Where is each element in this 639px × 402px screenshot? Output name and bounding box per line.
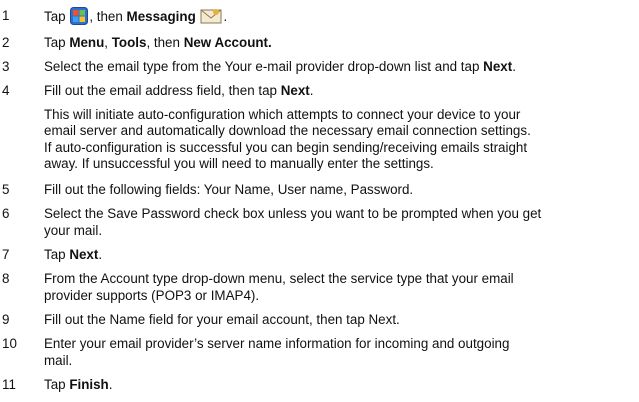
step-text-line: Enter your email provider’s server name … — [44, 336, 510, 351]
step-text-part: . — [512, 59, 516, 74]
step-bold-term: Tools — [111, 35, 147, 50]
step-bold-term: New Account. — [183, 35, 272, 50]
step-text-part: Tap — [44, 9, 70, 24]
step-bold-term: Next — [280, 83, 310, 98]
note-line: email server and automatically download … — [44, 123, 531, 139]
step-number: 3 — [2, 59, 10, 74]
step-text-line: provider supports (POP3 or IMAP4). — [44, 288, 260, 303]
step-text-line: mail. — [44, 353, 73, 368]
step-number: 2 — [2, 35, 10, 50]
step-number: 6 — [2, 206, 10, 221]
step-number: 5 — [2, 182, 10, 197]
step-text: Enter your email provider’s server name … — [44, 335, 636, 369]
step-text: From the Account type drop-down menu, se… — [44, 270, 636, 304]
step-text: Fill out the following fields: Your Name… — [44, 182, 414, 197]
step-text-part: . — [223, 9, 228, 24]
step-text-line: Select the Save Password check box unles… — [44, 206, 542, 221]
step-number: 11 — [2, 377, 16, 392]
step-text: Tap Menu, Tools, then New Account. — [44, 34, 636, 51]
step-bold-term: Menu — [69, 35, 105, 50]
windows-start-icon — [70, 7, 89, 29]
messaging-envelope-icon — [200, 7, 222, 29]
step-text: Tap , then Messaging . — [44, 7, 636, 29]
step-text-line: From the Account type drop-down menu, se… — [44, 271, 514, 286]
step-number: 1 — [2, 8, 10, 23]
note-line: away. If unsuccessful you will need to m… — [44, 156, 434, 172]
step-text-part: Tap — [44, 377, 70, 392]
step-bold-term: Next — [483, 59, 513, 74]
step-text-part: Tap — [44, 35, 70, 50]
step-text-part: Tap — [44, 247, 70, 262]
step-text-part: . — [309, 83, 314, 98]
step-text: Fill out the email address field, then t… — [44, 82, 636, 99]
auto-config-note: This will initiate auto-configuration wh… — [44, 107, 629, 173]
step-bold-term: Finish — [69, 377, 109, 392]
step-text: Tap Finish. — [44, 376, 636, 393]
step-text-part: . — [98, 247, 103, 262]
step-number: 10 — [2, 336, 17, 351]
step-text: Fill out the Name field for your email a… — [44, 312, 400, 327]
step-text-part: Select the email type from the Your e-ma… — [44, 59, 484, 74]
step-text-part: , then — [146, 35, 184, 50]
step-bold-term: Next — [69, 247, 99, 262]
step-text-part: , then — [89, 9, 127, 24]
note-line: This will initiate auto-configuration wh… — [44, 107, 521, 122]
step-number: 9 — [2, 312, 10, 327]
step-text-line: your mail. — [44, 223, 103, 238]
step-text: Select the email type from the Your e-ma… — [44, 58, 636, 75]
note-line: If auto-configuration is successful you … — [44, 139, 528, 155]
step-text-part: Fill out the email address field, then t… — [44, 83, 281, 98]
step-number: 8 — [2, 271, 10, 286]
step-bold-term: Messaging — [126, 9, 196, 24]
step-text: Tap Next. — [44, 246, 636, 263]
step-text-part: , — [104, 35, 112, 50]
step-text-part: . — [108, 377, 113, 392]
step-number: 7 — [2, 247, 10, 262]
step-text: Select the Save Password check box unles… — [44, 205, 636, 239]
step-number: 4 — [2, 83, 10, 98]
